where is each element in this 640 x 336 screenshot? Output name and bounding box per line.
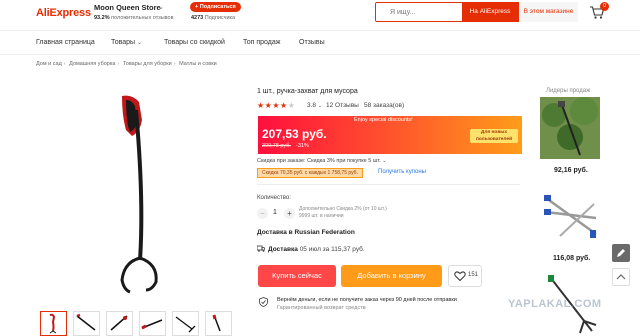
thumbnail-image xyxy=(49,313,57,334)
add-to-cart-button[interactable]: Добавить в корзину xyxy=(341,265,442,287)
thumbnail-3[interactable] xyxy=(106,311,133,336)
thumbnail-image xyxy=(212,314,221,332)
breadcrumb: Дом и сад › Домашняя уборка › Товары для у… xyxy=(36,61,217,67)
delivery-label: Доставка xyxy=(268,246,298,253)
chevron-down-icon: ⌄ xyxy=(137,40,143,46)
thumbnail-image xyxy=(110,315,128,331)
rating-value: 3.8 ⌄ xyxy=(307,102,322,109)
rating-number: 3.8 xyxy=(307,102,317,109)
thumbnail-6[interactable] xyxy=(205,311,232,336)
buy-now-button[interactable]: Купить сейчас xyxy=(258,265,336,287)
subscribe-button[interactable]: + Подписаться xyxy=(190,2,241,12)
guarantee-title: Вернём деньги, если не получите заказ че… xyxy=(277,297,457,303)
store-name[interactable]: Moon Queen Store xyxy=(94,3,161,12)
search-bar: На AliExpress В этом магазине xyxy=(375,2,578,22)
search-input[interactable] xyxy=(378,5,458,19)
chevron-down-icon: ⌄ xyxy=(382,158,387,164)
delivery-info: Доставка 05 июл за 115,37 руб. xyxy=(257,245,365,253)
truck-icon xyxy=(257,245,265,252)
thumbnail-image xyxy=(175,316,196,333)
chevron-right-icon: › xyxy=(117,61,120,67)
store-subscribers: 4273 Подписчика xyxy=(191,15,235,21)
bestsellers-title: Лидеры продаж xyxy=(546,88,591,94)
ship-to[interactable]: Доставка в Russian Federation xyxy=(257,229,355,236)
shield-check-icon xyxy=(259,297,268,307)
product-title: 1 шт., ручка-захват для мусора xyxy=(257,88,358,95)
edit-icon[interactable] xyxy=(612,244,630,262)
star-icon-empty: ★ xyxy=(287,101,296,110)
chevron-down-icon[interactable]: ⌄ xyxy=(158,3,164,11)
quantity-decrease-button[interactable]: − xyxy=(257,208,268,219)
stock-note: 9999 шт. в наличии xyxy=(299,213,344,219)
reviews-link[interactable]: 12 Отзывы xyxy=(326,102,359,109)
heart-icon xyxy=(454,271,466,282)
thumbnail-1[interactable] xyxy=(40,311,67,336)
search-aliexpress-button[interactable]: На AliExpress xyxy=(462,2,518,22)
orders-count: 58 заказа(ов) xyxy=(364,102,405,109)
store-rating-value: 93.2% xyxy=(94,15,110,21)
breadcrumb-item[interactable]: Дом и сад xyxy=(36,61,62,67)
breadcrumb-item[interactable]: Домашняя уборка xyxy=(69,61,115,67)
watermark: YAPLAKAL.COM xyxy=(508,298,602,310)
bestseller-image-2[interactable] xyxy=(540,186,602,248)
quantity-value[interactable]: 1 xyxy=(273,209,277,216)
bestseller-price-2: 116,08 руб. xyxy=(553,255,591,262)
chevron-right-icon: › xyxy=(63,61,66,67)
star-icon-filled: ★★★★ xyxy=(257,101,288,110)
get-coupons-link[interactable]: Получить купоны xyxy=(378,169,426,175)
divider xyxy=(257,184,520,185)
chevron-down-icon: ⌄ xyxy=(317,103,323,109)
chevron-right-icon: › xyxy=(173,61,176,67)
thumbnail-5[interactable] xyxy=(172,311,199,336)
tier-discount-text: Скидка при заказе: Скидка 3% при покупке… xyxy=(257,158,381,164)
current-price: 207,53 руб. xyxy=(262,127,327,141)
nav-products[interactable]: Товары ⌄ xyxy=(111,39,142,46)
delivery-text: 05 июл за 115,37 руб. xyxy=(299,246,365,253)
pencil-icon xyxy=(617,249,625,257)
tier-discount[interactable]: Скидка при заказе: Скидка 3% при покупке… xyxy=(257,158,386,164)
product-main-image[interactable] xyxy=(40,80,240,300)
thumbnail-image xyxy=(141,319,163,330)
store-subscribers-count: 4273 xyxy=(191,15,204,21)
store-rating-label: положительных отзывов xyxy=(111,15,174,21)
cart-count-badge: 0 xyxy=(600,2,609,11)
wishlist-button[interactable]: 151 xyxy=(448,265,482,287)
newbie-badge: Для новых пользователей xyxy=(470,129,518,143)
nav-reviews[interactable]: Отзывы xyxy=(299,39,325,46)
coupon-badge[interactable]: Скидка 70,35 руб. с каждых 1 758,75 руб. xyxy=(257,168,363,178)
breadcrumb-item[interactable]: Товары для уборки xyxy=(123,61,172,67)
store-subscribers-label: Подписчика xyxy=(204,15,236,21)
promo-banner-text: Enjoy special discounts! xyxy=(354,117,413,123)
search-store-button[interactable]: В этом магазине xyxy=(518,2,578,22)
aliexpress-logo[interactable]: AliExpress xyxy=(36,7,91,19)
scroll-top-button[interactable] xyxy=(612,268,630,286)
breadcrumb-item[interactable]: Матлы и совки xyxy=(179,61,217,67)
top-header: AliExpress Moon Queen Store ⌄ + Подписат… xyxy=(0,0,640,31)
thumbnail-image xyxy=(76,313,96,331)
bestseller-price-1: 92,16 руб. xyxy=(554,167,588,174)
quantity-increase-button[interactable]: + xyxy=(284,208,295,219)
old-price: 300,78 руб. xyxy=(262,143,291,149)
rating-stars[interactable]: ★★★★★ xyxy=(257,101,295,110)
thumbnail-2[interactable] xyxy=(73,311,100,336)
store-nav: Главная страница Товары ⌄ Товары со скид… xyxy=(0,31,640,55)
nav-top-sales[interactable]: Топ продаж xyxy=(243,39,280,46)
thumbnail-4[interactable] xyxy=(139,311,166,336)
quantity-label: Количество: xyxy=(257,195,291,201)
bestseller-image-1[interactable] xyxy=(540,97,600,159)
guarantee-subtitle: Гарантированный возврат средств xyxy=(277,305,366,311)
store-rating: 93.2% положительных отзывов xyxy=(94,15,174,21)
arrow-up-icon xyxy=(616,274,626,280)
discount-percent: -31% xyxy=(296,143,309,149)
nav-discounts[interactable]: Товары со скидкой xyxy=(164,39,225,46)
nav-products-label: Товары xyxy=(111,39,136,46)
nav-home[interactable]: Главная страница xyxy=(36,39,95,46)
price-banner: Enjoy special discounts! 207,53 руб. 300… xyxy=(258,116,522,154)
wishlist-count: 151 xyxy=(468,272,479,278)
bulk-discount-note: Дополнительно Скидка 2% (от 10 шт.) xyxy=(299,206,387,212)
